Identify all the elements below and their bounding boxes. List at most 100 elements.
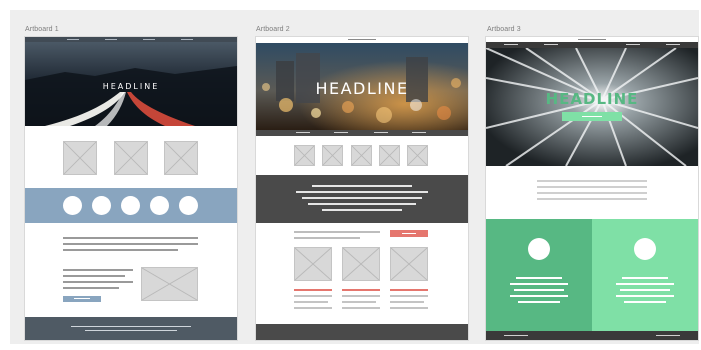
text-line [302, 197, 422, 199]
text-line [342, 307, 380, 309]
image-placeholder-icon [390, 247, 428, 281]
image-placeholder-icon [407, 145, 428, 166]
footer-line [656, 335, 680, 336]
hero-headline: HEADLINE [545, 90, 639, 108]
nav-link [544, 44, 558, 45]
feature-band [25, 188, 237, 223]
text-line [624, 301, 666, 303]
image-placeholder-icon [351, 145, 372, 166]
text-line [308, 203, 416, 205]
artboard-1-label[interactable]: Artboard 1 [25, 26, 59, 33]
text-line [294, 295, 332, 297]
text-line [294, 237, 360, 239]
text-line [510, 295, 568, 297]
button-label [402, 233, 416, 234]
button-label [582, 116, 602, 117]
hero-headline: HEADLINE [102, 82, 160, 91]
text-line [296, 191, 428, 193]
text-line [390, 295, 428, 297]
text-line [616, 295, 674, 297]
nav-link [105, 39, 117, 40]
design-canvas: Artboard 1 HEADLINE Artboard 2 HEADLINE … [0, 0, 701, 350]
text-line [312, 185, 412, 187]
footer-line [71, 326, 191, 327]
text-line [63, 281, 133, 283]
accent-line [294, 289, 332, 291]
nav-link [412, 132, 426, 133]
hero-headline: HEADLINE [315, 79, 409, 98]
circle-avatar-icon [92, 196, 111, 215]
image-placeholder-icon [342, 247, 380, 281]
nav-link [666, 44, 680, 45]
artboard-2[interactable]: HEADLINE [256, 37, 468, 340]
text-line [616, 283, 674, 285]
footer [25, 317, 237, 340]
text-line [537, 192, 647, 194]
artboard-1[interactable]: HEADLINE [25, 37, 237, 340]
artboard-3-label[interactable]: Artboard 3 [487, 26, 521, 33]
text-line [294, 307, 332, 309]
text-line [510, 283, 568, 285]
text-line [342, 295, 380, 297]
text-line [537, 198, 647, 200]
cta-button[interactable] [63, 296, 101, 302]
nav-link [334, 132, 348, 133]
nav-link [578, 39, 606, 40]
text-line [294, 231, 380, 233]
text-line [294, 301, 328, 303]
image-placeholder-icon [294, 145, 315, 166]
cta-button[interactable] [562, 112, 622, 121]
nav-link [296, 132, 310, 133]
footer [486, 331, 698, 340]
image-placeholder-icon [164, 141, 198, 175]
image-placeholder-icon [114, 141, 148, 175]
text-line [63, 243, 198, 245]
button-label [74, 298, 90, 299]
image-placeholder-icon [294, 247, 332, 281]
nav-link [143, 39, 155, 40]
image-placeholder-icon [141, 267, 198, 301]
text-line [390, 307, 428, 309]
nav-link [626, 44, 640, 45]
feature-panel-left [486, 219, 592, 331]
feature-band [256, 175, 468, 223]
circle-avatar-icon [121, 196, 140, 215]
text-line [516, 277, 562, 279]
image-placeholder-icon [322, 145, 343, 166]
hero-image: HEADLINE [25, 42, 237, 126]
nav-link [374, 132, 388, 133]
image-placeholder-icon [63, 141, 97, 175]
artboard-3[interactable]: HEADLINE [486, 37, 698, 340]
text-line [518, 301, 560, 303]
text-line [514, 289, 564, 291]
text-line [322, 209, 402, 211]
sub-nav [256, 130, 468, 136]
text-line [537, 186, 647, 188]
image-placeholder-icon [379, 145, 400, 166]
nav-link [181, 39, 193, 40]
feature-panel-right [592, 219, 698, 331]
circle-avatar-icon [634, 238, 656, 260]
nav-link [504, 44, 518, 45]
artboard-2-label[interactable]: Artboard 2 [256, 26, 290, 33]
hero-image: HEADLINE [256, 43, 468, 130]
text-line [622, 277, 668, 279]
text-line [63, 287, 119, 289]
text-line [620, 289, 670, 291]
circle-avatar-icon [179, 196, 198, 215]
text-line [63, 237, 198, 239]
cta-button[interactable] [390, 230, 428, 237]
text-line [63, 275, 125, 277]
nav-link [348, 39, 376, 40]
nav-link [67, 39, 79, 40]
text-line [342, 301, 376, 303]
text-line [63, 249, 178, 251]
circle-avatar-icon [150, 196, 169, 215]
footer-line [85, 330, 177, 331]
accent-line [342, 289, 380, 291]
text-line [537, 180, 647, 182]
footer-line [504, 335, 528, 336]
text-line [63, 269, 133, 271]
hero-image: HEADLINE [486, 48, 698, 166]
text-line [390, 301, 424, 303]
